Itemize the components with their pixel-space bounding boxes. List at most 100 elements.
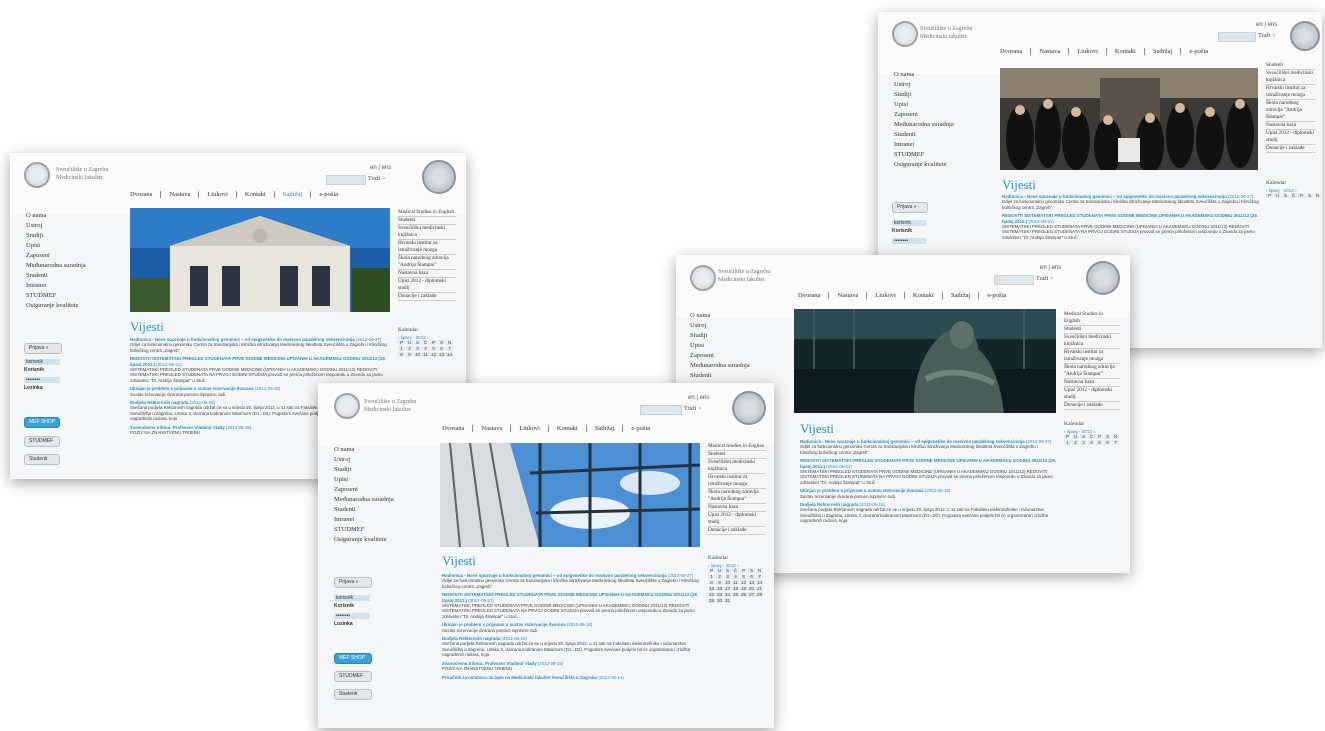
quick-link[interactable]: Hrvatski institut za istraživanje mozga — [708, 474, 766, 489]
news-headline[interactable]: Zvanoćevna tribina: Professor Vladimir V… — [442, 661, 537, 666]
quick-link[interactable]: Studenti — [708, 451, 766, 459]
sidebar-item[interactable]: Studenti — [334, 505, 394, 515]
news-headline[interactable]: Ukinjan je problem s prijavom u sustav r… — [442, 622, 566, 627]
nav-item[interactable]: Kontakt — [235, 191, 274, 198]
news-headline[interactable]: Zvanoćevna tribina: Professor Vladimir V… — [130, 425, 225, 430]
news-headline[interactable]: Dodjela Rektorovih nagrada — [130, 400, 188, 405]
quick-link[interactable]: Nastavna baza — [1064, 379, 1120, 387]
sidebar-item[interactable]: Zaposeni — [26, 251, 86, 261]
quick-link[interactable]: Upisi 2012 - diplomski studij — [708, 512, 766, 527]
sidebar-item[interactable]: Osiguranje kvalitete — [894, 160, 954, 170]
mef-shop-button[interactable]: MEF SHOP — [24, 417, 60, 428]
studmef-button[interactable]: STUDMEF — [24, 436, 60, 447]
mef-shop-button[interactable]: MEF SHOP — [334, 653, 372, 664]
sidebar-item[interactable]: Međunarodna suradnja — [26, 261, 86, 271]
quick-link[interactable]: Škola narodnog zdravlja "Andrija Štampar… — [1064, 364, 1120, 379]
nav-item[interactable]: e-pošta — [310, 191, 346, 198]
quick-link[interactable]: Studenti — [1266, 62, 1316, 70]
search-input[interactable] — [326, 175, 366, 185]
nav-item[interactable]: Liukovi — [198, 191, 236, 198]
quick-link[interactable]: Škola narodnog zdravlja "Andrija Štampar… — [1266, 100, 1316, 122]
sidebar-item[interactable]: Osiguranje kvalitete — [26, 301, 86, 311]
university-logo[interactable] — [892, 21, 918, 47]
login-button[interactable]: Prijava » — [334, 577, 372, 588]
sidebar-item[interactable]: Intranet — [894, 140, 954, 150]
quick-link[interactable]: Škola narodnog zdravlja "Andrija Štampar… — [398, 255, 456, 270]
news-headline[interactable]: Radionica - Nove spoznaje u funkcionalno… — [442, 573, 667, 578]
sidebar-item[interactable]: Upisi — [26, 241, 86, 251]
quick-link[interactable]: Hrvatski institut za istraživanje mozga — [1064, 349, 1120, 364]
sidebar-item[interactable]: Intranet — [26, 281, 86, 291]
nav-item[interactable]: Kontakt — [903, 292, 942, 299]
nav-item[interactable]: Dvorana — [122, 191, 160, 198]
sidebar-item[interactable]: Upisi — [894, 100, 954, 110]
news-headline[interactable]: Radionica - Nove spoznaje u funkcionalno… — [1002, 194, 1227, 199]
news-headline[interactable]: Dodjela Rektorovih nagrada — [442, 636, 500, 641]
nav-item[interactable]: Sadržaj — [941, 292, 979, 299]
nav-item[interactable]: Dvorana — [992, 48, 1030, 55]
university-logo[interactable] — [690, 265, 716, 291]
quick-link[interactable]: Upisi 2012 - diplomski studij — [398, 278, 456, 293]
sidebar-item[interactable]: Zaposeni — [690, 351, 750, 361]
quick-link[interactable]: Medical Studies in English — [1064, 311, 1120, 326]
quick-link[interactable]: Donacije i zaklade — [1064, 402, 1120, 410]
calendar-grid[interactable]: PUSČPSN 1234567 8 9 10 11 12 13 14 15 16 17 18 19 2… — [708, 568, 763, 603]
search-input[interactable] — [994, 275, 1034, 285]
nav-item[interactable]: Nastava — [472, 425, 510, 432]
nav-item[interactable]: Kontakt — [1105, 48, 1144, 55]
quick-link[interactable]: Sveučilišni medicinski knjižnica — [1064, 334, 1120, 349]
quick-link[interactable]: Nastavna baza — [398, 270, 456, 278]
sidebar-item[interactable]: Studiji — [690, 331, 750, 341]
nav-item[interactable]: e-pošta — [1180, 48, 1216, 55]
quick-link[interactable]: Hrvatski institut za istraživanje mozga — [398, 240, 456, 255]
sidebar-item[interactable]: O nama — [26, 211, 86, 221]
quick-link[interactable]: Studenti — [1064, 326, 1120, 334]
sidebar-item[interactable]: Međunarodna suradnja — [690, 361, 750, 371]
calendar-grid[interactable]: PUSČPSN 1234567 — [1064, 434, 1119, 445]
sidebar-item[interactable]: Ustroj — [26, 221, 86, 231]
quick-link[interactable]: Donacije i zaklade — [708, 527, 766, 535]
sidebar-item[interactable]: Međunarodna suradnja — [894, 120, 954, 130]
nav-item[interactable]: Kontakt — [547, 425, 586, 432]
sidebar-item[interactable]: STUDMEF — [334, 525, 394, 535]
password-field[interactable]: •••••••• — [334, 613, 370, 619]
sidebar-item[interactable]: Studiji — [334, 465, 394, 475]
search-button[interactable]: Traži > — [684, 406, 701, 412]
sidebar-item[interactable]: O nama — [894, 70, 954, 80]
nav-item[interactable]: Liukovi — [866, 292, 904, 299]
quick-link[interactable]: Upisi 2012 - diplomski studij — [1064, 387, 1120, 402]
calendar-grid[interactable]: PUSČPSN 1234567 8 9 10 11 12 13 14 — [398, 340, 453, 357]
nav-item[interactable]: Liukovi — [1068, 48, 1106, 55]
search-input[interactable] — [640, 405, 682, 415]
sidebar-item[interactable]: Ustroj — [690, 321, 750, 331]
nav-item[interactable]: Sadržaj — [585, 425, 623, 432]
nav-item[interactable]: Sadržaj — [273, 191, 311, 198]
sidebar-item[interactable]: Ustroj — [334, 455, 394, 465]
login-button[interactable]: Prijava » — [24, 343, 62, 354]
studenti-button[interactable]: Studenti — [24, 454, 60, 465]
username-field[interactable]: korisnik — [334, 595, 370, 601]
university-logo[interactable] — [334, 393, 360, 419]
nav-item[interactable]: e-pošta — [622, 425, 658, 432]
news-headline[interactable]: Ukinjan je problem s prijavom u sustav r… — [800, 488, 924, 493]
sidebar-item[interactable]: Upisi — [690, 341, 750, 351]
nav-item[interactable]: Nastava — [828, 292, 866, 299]
sidebar-item[interactable]: Zaposeni — [894, 110, 954, 120]
quick-link[interactable]: Upisi 2012 - diplomski studij — [1266, 130, 1316, 145]
quick-link[interactable]: Sveučilišni medicinski knjižnica — [1266, 70, 1316, 85]
sidebar-item[interactable]: Studenti — [894, 130, 954, 140]
news-headline[interactable]: Radionica - Nove spoznaje u funkcionalno… — [130, 337, 355, 342]
password-field[interactable]: •••••••• — [892, 238, 926, 244]
studmef-button[interactable]: STUDMEF — [334, 671, 372, 682]
calendar-grid[interactable]: PUSČPSN — [1266, 193, 1321, 198]
sidebar-item[interactable]: Osiguranje kvalitete — [334, 535, 394, 545]
quick-link[interactable]: Hrvatski institut za istraživanje mozga — [1266, 85, 1316, 100]
nav-item[interactable]: Liukovi — [510, 425, 548, 432]
search-input[interactable] — [1218, 32, 1256, 42]
search-button[interactable]: Traži > — [368, 176, 385, 182]
sidebar-item[interactable]: Međunarodna suradnja — [334, 495, 394, 505]
sidebar-item[interactable]: Ustroj — [894, 80, 954, 90]
sidebar-item[interactable]: Studiji — [894, 90, 954, 100]
news-headline[interactable]: Ukinjan je problem s prijavom u sustav r… — [130, 386, 254, 391]
language-switch[interactable]: en | ens — [688, 395, 709, 401]
